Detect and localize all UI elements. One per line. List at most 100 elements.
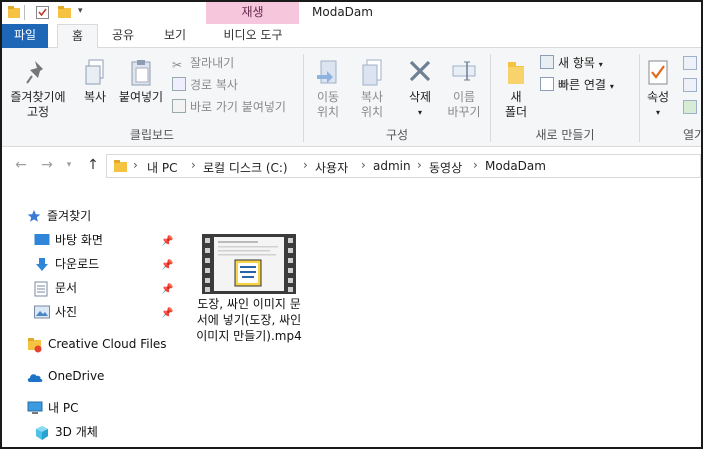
up-arrow-icon[interactable]: ↑ <box>84 156 102 174</box>
explorer-app-icon[interactable] <box>7 5 21 21</box>
new-group-label: 새로 만들기 <box>535 128 595 142</box>
easy-access-dropdown-icon: ▾ <box>609 82 614 91</box>
copy-to-button[interactable]: 복사 위치 <box>352 58 392 120</box>
navigation-pane: 즐겨찾기 바탕 화면 📌 다운로드 📌 문서 📌 사진 📌 Creative C… <box>2 198 177 447</box>
properties-label: 속성 <box>646 90 670 104</box>
back-arrow-icon[interactable]: ← <box>12 156 30 174</box>
copy-button[interactable]: 복사 <box>78 58 112 105</box>
paste-shortcut-button[interactable]: 바로 가기 붙여넣기 <box>172 98 286 116</box>
breadcrumb-users[interactable]: 사용자 <box>315 159 348 176</box>
open-group-label: 열기 <box>683 128 703 142</box>
tab-file[interactable]: 파일 <box>2 24 48 48</box>
address-bar[interactable]: › 내 PC › 로컬 디스크 (C:) › 사용자 › admin › 동영상… <box>106 154 701 178</box>
nav-3d-objects-label: 3D 개체 <box>55 425 98 439</box>
breadcrumb-chevron-icon[interactable]: › <box>473 158 478 172</box>
breadcrumb-this-pc[interactable]: 내 PC <box>147 159 177 176</box>
open-icon[interactable] <box>683 56 697 70</box>
pin-icon[interactable]: 📌 <box>161 260 173 271</box>
nav-quick-access[interactable]: 즐겨찾기 <box>27 206 167 226</box>
computer-icon <box>27 401 43 415</box>
copy-icon <box>78 58 112 90</box>
nav-item-label: 문서 <box>55 281 78 295</box>
breadcrumb-chevron-icon[interactable]: › <box>133 158 138 172</box>
star-icon <box>27 209 43 223</box>
breadcrumb-chevron-icon[interactable]: › <box>303 158 308 172</box>
file-list: 도장, 싸인 이미지 문서에 넣기(도장, 싸인 이미지 만들기).mp4 <box>178 198 701 447</box>
properties-dropdown-icon[interactable]: ▾ <box>642 105 674 120</box>
quick-access-divider <box>24 5 25 20</box>
delete-button[interactable]: 삭제 ▾ <box>400 58 440 120</box>
properties-quick-icon[interactable] <box>35 5 50 21</box>
new-folder-quick-icon[interactable] <box>57 5 72 21</box>
pin-icon[interactable]: 📌 <box>161 308 173 319</box>
nav-item-documents[interactable]: 문서 <box>34 278 174 298</box>
pin-quick-access-button[interactable]: 즐겨찾기에 고정 <box>6 58 70 120</box>
nav-item-label: 사진 <box>55 305 78 319</box>
recent-locations-icon[interactable]: ▾ <box>60 156 78 174</box>
group-divider <box>490 54 491 142</box>
delete-dropdown-icon[interactable]: ▾ <box>400 105 440 120</box>
nav-onedrive[interactable]: OneDrive <box>27 366 167 386</box>
copy-label: 복사 <box>83 90 107 104</box>
nav-quick-access-label: 즐겨찾기 <box>47 209 92 223</box>
customize-quick-access-icon[interactable]: ▾ <box>78 6 83 22</box>
forward-arrow-icon[interactable]: → <box>38 156 56 174</box>
pin-icon[interactable]: 📌 <box>161 236 173 247</box>
ribbon: 즐겨찾기에 고정 복사 붙여넣기 ✂ 잘라내기 경로 복사 바로 가기 붙여넣기 … <box>2 48 701 147</box>
paste-icon <box>115 58 167 90</box>
nav-item-desktop[interactable]: 바탕 화면 <box>34 230 174 250</box>
rename-button[interactable]: 이름 바꾸기 <box>442 58 486 120</box>
rename-icon <box>442 58 486 90</box>
tab-video-tools[interactable]: 비디오 도구 <box>208 24 298 48</box>
breadcrumb-chevron-icon[interactable]: › <box>361 158 366 172</box>
new-item-dropdown-icon: ▾ <box>598 60 603 69</box>
new-folder-button[interactable]: 새 폴더 <box>498 58 534 120</box>
breadcrumb-videos[interactable]: 동영상 <box>429 159 462 176</box>
nav-3d-objects[interactable]: 3D 개체 <box>34 422 174 442</box>
move-to-button[interactable]: 이동 위치 <box>308 58 348 120</box>
new-folder-label: 새 폴더 <box>504 90 528 119</box>
easy-access-label: 빠른 연결 <box>558 78 606 92</box>
properties-icon <box>642 58 674 90</box>
cut-label: 잘라내기 <box>190 56 235 70</box>
breadcrumb-modadam[interactable]: ModaDam <box>485 159 546 173</box>
breadcrumb-chevron-icon[interactable]: › <box>417 158 422 172</box>
paste-label: 붙여넣기 <box>118 90 164 104</box>
breadcrumb-chevron-icon[interactable]: › <box>191 158 196 172</box>
group-divider <box>639 54 640 142</box>
tab-share[interactable]: 공유 <box>102 24 144 48</box>
properties-button[interactable]: 속성 ▾ <box>642 58 674 120</box>
cut-button[interactable]: ✂ 잘라내기 <box>172 54 234 72</box>
copy-path-button[interactable]: 경로 복사 <box>172 76 238 94</box>
nav-creative-cloud-files[interactable]: Creative Cloud Files <box>27 334 177 354</box>
edit-icon[interactable] <box>683 78 697 92</box>
nav-item-label: 다운로드 <box>55 257 100 271</box>
playback-context-tab[interactable]: 재생 <box>206 2 299 24</box>
desktop-icon <box>34 233 50 247</box>
new-item-button[interactable]: 새 항목 ▾ <box>540 54 603 72</box>
nav-item-downloads[interactable]: 다운로드 <box>34 254 174 274</box>
tab-view[interactable]: 보기 <box>152 24 198 48</box>
nav-item-label: 바탕 화면 <box>55 233 103 247</box>
copy-path-label: 경로 복사 <box>190 78 238 92</box>
tab-home[interactable]: 홈 <box>57 24 98 49</box>
history-icon[interactable] <box>683 100 697 114</box>
paste-shortcut-label: 바로 가기 붙여넣기 <box>190 100 286 114</box>
easy-access-button[interactable]: 빠른 연결 ▾ <box>540 76 614 94</box>
nav-this-pc[interactable]: 내 PC <box>27 398 167 418</box>
documents-icon <box>34 281 50 297</box>
breadcrumb-local-disk[interactable]: 로컬 디스크 (C:) <box>203 159 288 176</box>
cube-3d-icon <box>34 425 50 440</box>
paste-button[interactable]: 붙여넣기 <box>115 58 167 105</box>
breadcrumb-admin[interactable]: admin <box>373 159 411 173</box>
onedrive-cloud-icon <box>27 369 43 383</box>
rename-label: 이름 바꾸기 <box>447 90 481 119</box>
download-icon <box>34 257 50 271</box>
move-to-icon <box>308 58 348 90</box>
nav-creative-cloud-label: Creative Cloud Files <box>48 337 167 351</box>
pin-icon[interactable]: 📌 <box>161 284 173 295</box>
clipboard-group-label: 클립보드 <box>129 128 175 142</box>
file-item[interactable]: 도장, 싸인 이미지 문서에 넣기(도장, 싸인 이미지 만들기).mp4 <box>195 230 303 358</box>
pin-quick-access-label: 즐겨찾기에 고정 <box>10 90 66 119</box>
nav-item-pictures[interactable]: 사진 <box>34 302 174 322</box>
